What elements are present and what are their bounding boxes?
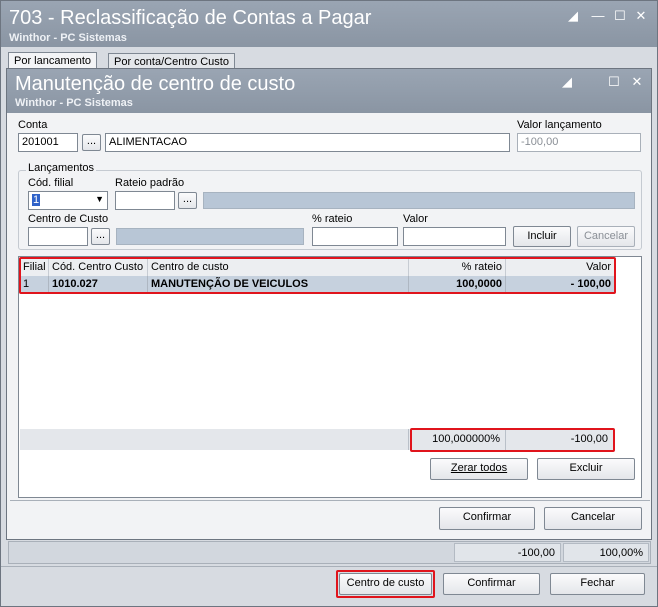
dialog-close-icon[interactable]: ✕ xyxy=(630,75,644,89)
dialog-title-bar: Manutenção de centro de custo Winthor - … xyxy=(7,69,651,113)
zerar-todos-label: Zerar todos xyxy=(450,462,508,474)
valor-lancamento-label: Valor lançamento xyxy=(517,119,602,131)
dialog-confirmar-button[interactable]: Confirmar xyxy=(439,507,535,530)
cancelar-inline-button[interactable]: Cancelar xyxy=(577,226,635,247)
valor-input[interactable] xyxy=(403,227,506,246)
status-value: -100,00 xyxy=(454,543,561,562)
dialog-maximize-icon[interactable]: ☐ xyxy=(607,75,621,89)
centro-custo-lookup-button[interactable]: ... xyxy=(91,228,110,245)
valor-lancamento-input[interactable]: -100,00 xyxy=(517,133,641,152)
outer-window-title: 703 - Reclassificação de Contas a Pagar xyxy=(9,7,372,29)
outer-title-bar: 703 - Reclassificação de Contas a Pagar … xyxy=(1,1,657,47)
grid-footer-blank xyxy=(20,429,409,450)
conta-label: Conta xyxy=(18,119,48,131)
centro-custo-input[interactable] xyxy=(28,227,88,246)
conta-code-input[interactable]: 201001 xyxy=(18,133,78,152)
dialog-divider xyxy=(10,500,650,501)
chevron-down-icon[interactable]: ▼ xyxy=(95,194,104,204)
maximize-icon[interactable]: ☐ xyxy=(613,9,627,23)
centro-custo-label: Centro de Custo xyxy=(28,213,109,225)
dialog-restore-icon[interactable]: ◢ xyxy=(560,75,574,89)
rateio-description-field xyxy=(203,192,635,209)
dialog-title: Manutenção de centro de custo xyxy=(15,73,296,95)
cod-filial-label: Cód. filial xyxy=(28,177,74,189)
status-percent: 100,00% xyxy=(563,543,649,562)
confirmar-button[interactable]: Confirmar xyxy=(443,573,540,595)
perc-rateio-label: % rateio xyxy=(312,213,353,225)
centro-custo-highlight-frame xyxy=(336,570,435,598)
cod-filial-select[interactable]: 1 ▼ xyxy=(28,191,108,210)
lancamentos-group-label: Lançamentos xyxy=(26,162,97,174)
fechar-button[interactable]: Fechar xyxy=(550,573,645,595)
conta-lookup-button[interactable]: ... xyxy=(82,134,101,151)
excluir-button[interactable]: Excluir xyxy=(537,458,635,480)
conta-name-input[interactable]: ALIMENTACAO xyxy=(105,133,510,152)
dialog-cancelar-button[interactable]: Cancelar xyxy=(544,507,642,530)
rateio-lookup-button[interactable]: ... xyxy=(178,192,197,209)
cod-filial-value: 1 xyxy=(32,194,41,206)
footer-highlight-frame xyxy=(410,428,615,452)
rateio-padrao-input[interactable] xyxy=(115,191,175,210)
incluir-button[interactable]: Incluir xyxy=(513,226,571,247)
restore-icon[interactable]: ◢ xyxy=(566,9,580,23)
close-icon[interactable]: ✕ xyxy=(634,9,648,23)
excluir-label: Excluir xyxy=(569,462,603,474)
grid-highlight-frame xyxy=(19,257,616,294)
dialog-subtitle: Winthor - PC Sistemas xyxy=(15,97,133,109)
perc-rateio-input[interactable] xyxy=(312,227,398,246)
outer-window-subtitle: Winthor - PC Sistemas xyxy=(9,32,127,44)
zerar-todos-button[interactable]: Zerar todos xyxy=(430,458,528,480)
rateio-padrao-label: Rateio padrão xyxy=(115,177,185,189)
valor-label: Valor xyxy=(403,213,428,225)
centro-custo-description-field xyxy=(116,228,304,245)
bottom-divider xyxy=(1,566,657,567)
minimize-icon[interactable]: — xyxy=(591,9,605,23)
